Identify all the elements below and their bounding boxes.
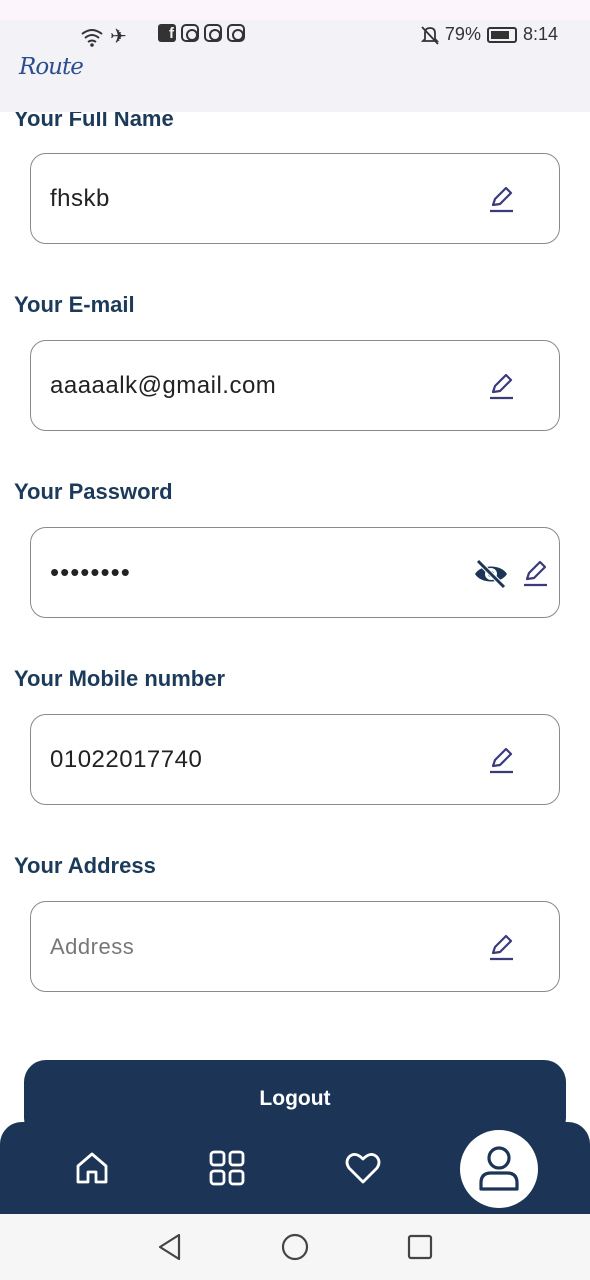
edit-pencil-icon[interactable] [487, 372, 515, 400]
instagram-icon [204, 24, 222, 42]
notification-icons: f [158, 24, 245, 42]
recents-icon[interactable] [405, 1232, 435, 1262]
edit-pencil-icon[interactable] [487, 185, 515, 213]
edit-pencil-icon[interactable] [521, 559, 549, 587]
clock: 8:14 [522, 24, 558, 44]
mobile-field[interactable]: 01022017740 [30, 714, 560, 805]
status-strip [0, 0, 590, 20]
favorites-icon[interactable] [343, 1148, 383, 1188]
connectivity-icons: ✈ [80, 24, 127, 49]
battery-percent: 79% [444, 24, 481, 44]
bottom-nav [0, 1122, 590, 1214]
wifi-icon [81, 28, 103, 47]
home-icon[interactable] [72, 1148, 112, 1188]
app-bar: ✈ f 79% 8:14 Route [0, 20, 590, 112]
system-nav-bar [0, 1214, 590, 1280]
battery-icon [486, 26, 517, 43]
back-icon[interactable] [155, 1232, 185, 1262]
password-value: •••••••• [50, 557, 131, 587]
status-right: 79% 8:14 [420, 24, 558, 45]
airplane-icon: ✈ [110, 26, 127, 48]
categories-icon[interactable] [207, 1148, 247, 1188]
home-circle-icon[interactable] [280, 1232, 310, 1262]
address-placeholder: Address [50, 934, 135, 959]
password-field[interactable]: •••••••• [30, 527, 560, 618]
instagram-icon [227, 24, 245, 42]
profile-icon [479, 1146, 519, 1191]
mobile-label: Your Mobile number [14, 666, 226, 691]
bell-off-icon [420, 25, 439, 45]
email-label: Your E-mail [14, 292, 135, 317]
address-field[interactable]: Address [30, 901, 560, 992]
full-name-field[interactable]: fhskb [30, 153, 560, 244]
profile-tab-active[interactable] [460, 1130, 538, 1208]
route-logo: Route [19, 54, 84, 80]
email-field[interactable]: aaaaalk@gmail.com [30, 340, 560, 431]
full-name-value: fhskb [50, 185, 110, 212]
eye-slash-icon[interactable] [473, 559, 509, 589]
edit-pencil-icon[interactable] [487, 746, 515, 774]
status-bar: ✈ f 79% 8:14 [0, 20, 590, 50]
address-label: Your Address [14, 853, 156, 878]
edit-pencil-icon[interactable] [487, 933, 515, 961]
email-value: aaaaalk@gmail.com [50, 372, 277, 399]
password-label: Your Password [14, 479, 173, 504]
instagram-icon [181, 24, 199, 42]
facebook-icon: f [158, 24, 176, 42]
mobile-value: 01022017740 [50, 746, 203, 773]
